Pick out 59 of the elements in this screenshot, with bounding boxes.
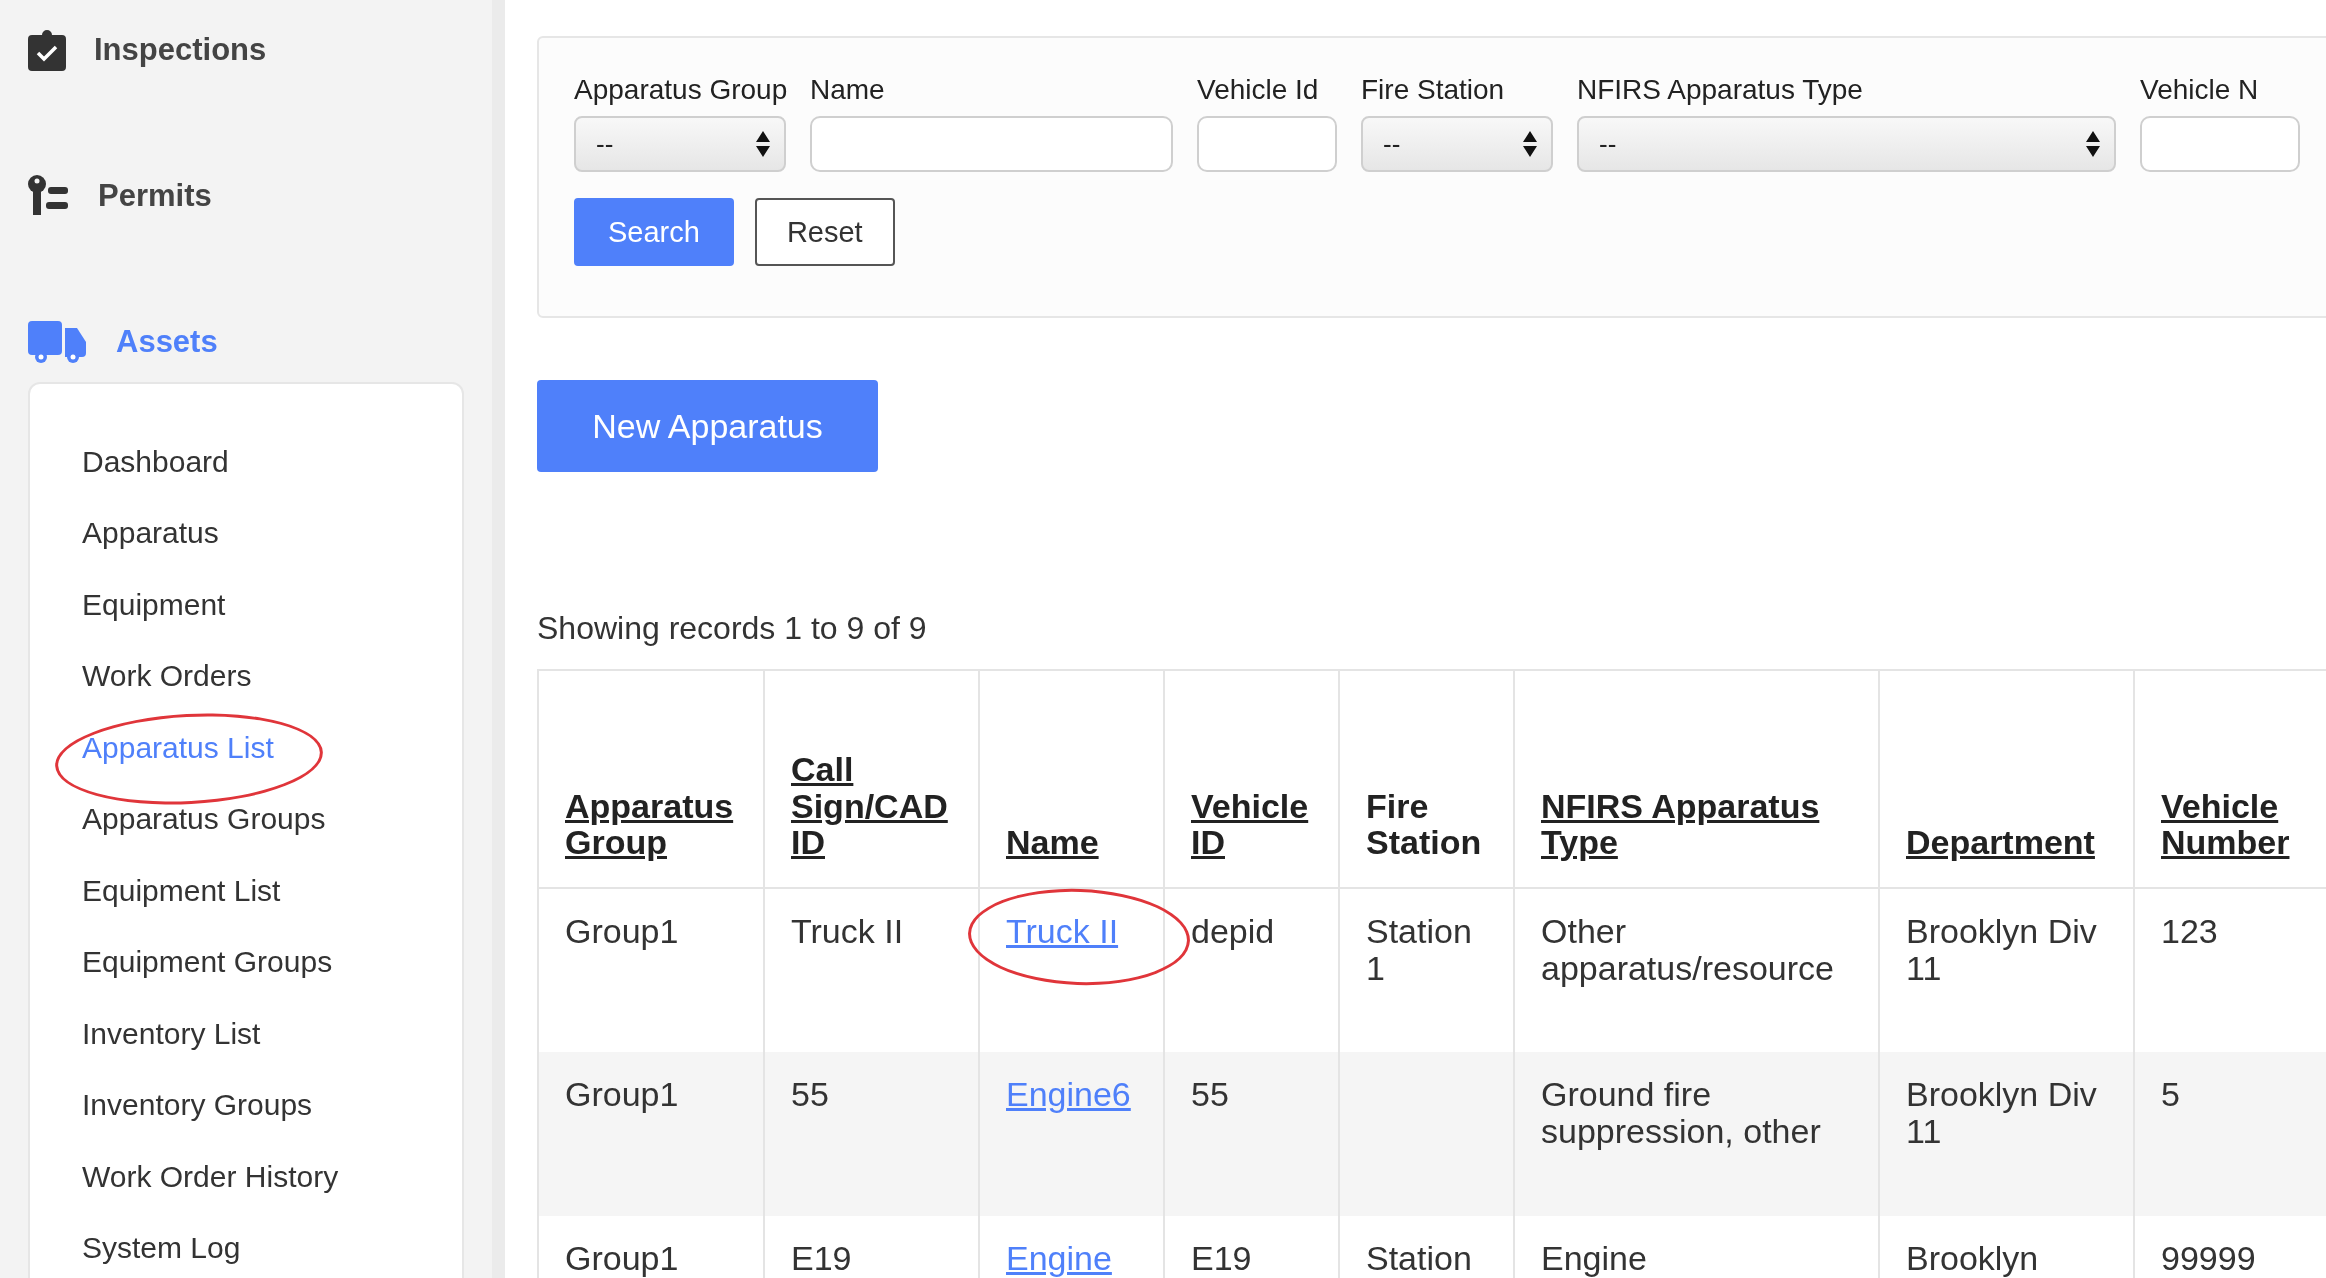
submenu-link[interactable]: Dashboard [82,444,229,479]
submenu-link[interactable]: Inventory Groups [82,1088,313,1123]
table-cell: 55 [764,1052,979,1216]
field-label: Vehicle Id [1197,74,1320,106]
truck-icon [28,321,88,363]
submenu-link[interactable]: Apparatus [82,516,219,551]
records-summary: Showing records 1 to 9 of 9 [537,610,928,647]
new-apparatus-button[interactable]: New Apparatus [537,380,878,472]
nav-section-link[interactable]: Inspections [94,32,267,68]
name-link[interactable]: Truck II [1006,912,1119,950]
search-button[interactable]: Search [574,198,734,266]
input-field[interactable] [2140,116,2300,172]
sortable-column-header[interactable]: Vehicle Number [2134,670,2326,888]
dropdown-select[interactable]: -- [574,116,786,172]
table-cell: Brooklyn Div 11 [1879,1052,2134,1216]
reset-button[interactable]: Reset [754,198,895,266]
up-down-arrows-icon [1523,131,1537,157]
submenu-link[interactable]: System Log [82,1231,241,1266]
field-label: Apparatus Group [574,74,786,106]
input-field[interactable] [810,116,1173,172]
key-list-icon [28,175,70,217]
table-cell: E19 [764,1216,979,1278]
up-down-arrows-icon [2086,131,2100,157]
table-cell: Engine [1514,1216,1879,1278]
sortable-column-header[interactable]: Call Sign/CAD ID [764,670,979,888]
sortable-column-header[interactable]: NFIRS Apparatus Type [1514,670,1879,888]
submenu-link[interactable]: Equipment List [82,873,281,908]
table-cell: Station [1339,1216,1514,1278]
submenu-link[interactable]: Equipment [82,587,226,622]
field-label: Vehicle N [2140,74,2260,106]
table-cell: 5 [2134,1052,2326,1216]
table-cell: Ground fire suppression, other [1514,1052,1879,1216]
table-cell: 55 [1164,1052,1339,1216]
column-header: Fire Station [1339,670,1514,888]
submenu-link[interactable]: Equipment Groups [82,945,333,980]
table-cell: Group1 [538,1052,764,1216]
sortable-column-header[interactable]: Apparatus Group [538,670,764,888]
table-cell: E19 [1164,1216,1339,1278]
sortable-column-header[interactable]: Vehicle ID [1164,670,1339,888]
clipboard-check-icon [28,29,66,71]
input-field[interactable] [1197,116,1337,172]
table-cell: Brooklyn [1879,1216,2134,1278]
sortable-column-header[interactable]: Name [979,670,1164,888]
submenu-link[interactable]: Work Orders [82,659,252,694]
table-cell: 99999 [2134,1216,2326,1278]
name-link[interactable]: Engine [1006,1239,1112,1277]
dropdown-select[interactable]: -- [1361,116,1553,172]
sortable-column-header[interactable]: Department [1879,670,2134,888]
submenu-link[interactable]: Inventory List [82,1016,261,1051]
submenu-link[interactable]: Apparatus Groups [82,802,326,837]
up-down-arrows-icon [756,131,770,157]
field-label: Fire Station [1361,74,1506,106]
field-label: Name [810,74,886,106]
field-label: NFIRS Apparatus Type [1577,74,1864,106]
submenu-link[interactable]: Work Order History [82,1159,339,1194]
submenu-link[interactable]: Apparatus List [82,730,274,765]
nav-section-link[interactable]: Permits [98,178,212,214]
table-cell: Group1 [538,1216,764,1278]
dropdown-select[interactable]: -- [1577,116,2116,172]
